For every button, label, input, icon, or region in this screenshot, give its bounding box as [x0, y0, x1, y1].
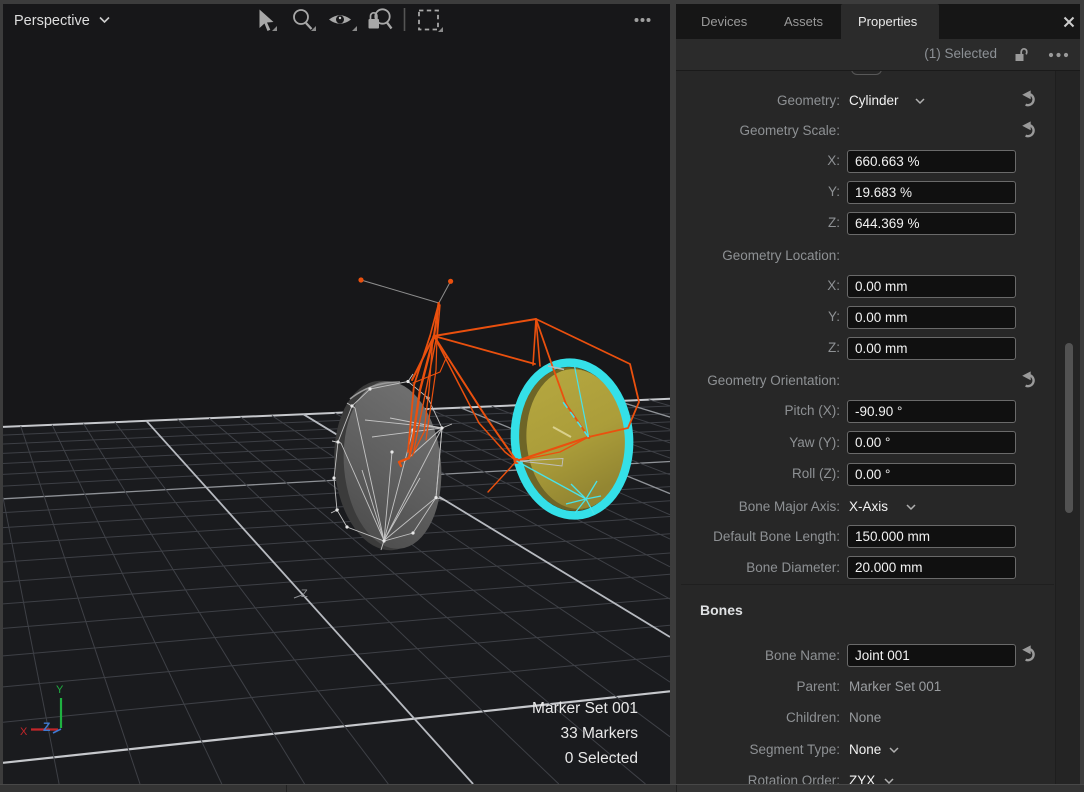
svg-text:0 Selected: 0 Selected	[565, 750, 638, 767]
svg-text:Y: Y	[56, 684, 64, 696]
svg-text:Marker Set 001: Marker Set 001	[532, 700, 638, 717]
svg-text:Z: Z	[301, 588, 308, 600]
svg-text:33 Markers: 33 Markers	[560, 725, 638, 742]
svg-text:Z: Z	[43, 720, 50, 734]
svg-text:X: X	[20, 726, 28, 738]
svg-text:Perspective: Perspective	[14, 13, 90, 29]
